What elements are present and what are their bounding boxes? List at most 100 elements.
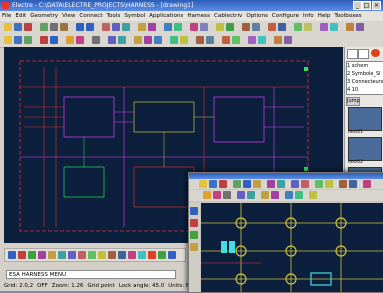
tool-icon[interactable] xyxy=(267,180,275,188)
tool-icon[interactable] xyxy=(158,251,166,259)
undo-icon[interactable] xyxy=(76,23,84,31)
layer-icon[interactable] xyxy=(242,23,250,31)
jump-button[interactable]: Jump xyxy=(346,97,360,106)
tool-icon[interactable] xyxy=(325,180,333,188)
tool-icon[interactable] xyxy=(213,191,221,199)
tool-icon[interactable] xyxy=(199,180,207,188)
stop-icon[interactable] xyxy=(40,36,48,44)
thumbnail-image[interactable] xyxy=(348,137,382,161)
menu-view[interactable]: View xyxy=(60,11,77,21)
window-icon[interactable] xyxy=(356,23,364,31)
tool-icon[interactable] xyxy=(301,180,309,188)
paste-icon[interactable] xyxy=(60,23,68,31)
wire-icon[interactable] xyxy=(148,23,156,31)
tool-icon[interactable] xyxy=(223,191,231,199)
tool-icon[interactable] xyxy=(363,180,371,188)
tool-icon[interactable] xyxy=(339,180,347,188)
numbering-icon[interactable] xyxy=(284,36,292,44)
menu-options[interactable]: Options xyxy=(244,11,270,21)
tool-icon[interactable] xyxy=(209,180,217,188)
check-icon[interactable] xyxy=(232,36,240,44)
redo-icon[interactable] xyxy=(86,23,94,31)
tool-icon[interactable] xyxy=(48,251,56,259)
pan-icon[interactable] xyxy=(320,23,328,31)
thumbnail-image[interactable] xyxy=(348,107,382,131)
panel-close-icon[interactable] xyxy=(371,49,380,57)
tool-icon[interactable] xyxy=(315,180,323,188)
tool-icon[interactable] xyxy=(190,219,198,227)
tool-icon[interactable] xyxy=(271,191,279,199)
symbol-icon[interactable] xyxy=(164,23,172,31)
line-icon[interactable] xyxy=(102,23,110,31)
tool-icon[interactable] xyxy=(148,251,156,259)
tool-icon[interactable] xyxy=(203,191,211,199)
tool-icon[interactable] xyxy=(28,251,36,259)
fit-icon[interactable] xyxy=(330,23,338,31)
command-line[interactable]: ESA HARNESS MENU xyxy=(6,270,176,279)
tool-icon[interactable] xyxy=(309,191,317,199)
menu-harness[interactable]: Harness xyxy=(185,11,212,21)
grid-icon[interactable] xyxy=(252,23,260,31)
tool-icon[interactable] xyxy=(219,180,227,188)
tool-icon[interactable] xyxy=(295,191,303,199)
import-icon[interactable] xyxy=(206,36,214,44)
layers-icon[interactable] xyxy=(50,36,58,44)
star-icon[interactable] xyxy=(66,36,74,44)
menu-help[interactable]: Help xyxy=(316,11,333,21)
close-button[interactable]: × xyxy=(372,1,381,10)
snap-icon[interactable] xyxy=(226,23,234,31)
refresh-icon[interactable] xyxy=(24,36,32,44)
sheet-list-item[interactable]: 3 Connecteurs xyxy=(347,78,383,86)
menu-applications[interactable]: Applications xyxy=(147,11,185,21)
menu-toolboxes[interactable]: Toolboxes xyxy=(332,11,363,21)
tool-icon[interactable] xyxy=(285,191,293,199)
tool-icon[interactable] xyxy=(38,251,46,259)
tool-icon[interactable] xyxy=(261,191,269,199)
tool-icon[interactable] xyxy=(58,251,66,259)
route-icon[interactable] xyxy=(200,23,208,31)
tool-icon[interactable] xyxy=(253,180,261,188)
zoom-in-icon[interactable] xyxy=(294,23,302,31)
text-icon[interactable] xyxy=(138,23,146,31)
menu-connect[interactable]: Connect xyxy=(77,11,104,21)
tool-icon[interactable] xyxy=(18,251,26,259)
tool-icon[interactable] xyxy=(247,191,255,199)
table-icon[interactable] xyxy=(346,23,354,31)
tool-icon[interactable] xyxy=(168,251,176,259)
menu-symbol[interactable]: Symbol xyxy=(122,11,147,21)
cut-icon[interactable] xyxy=(40,23,48,31)
folder-icon[interactable] xyxy=(14,36,22,44)
tool-icon[interactable] xyxy=(349,180,357,188)
connect-icon[interactable] xyxy=(174,23,182,31)
save-icon[interactable] xyxy=(14,23,22,31)
palette-icon[interactable] xyxy=(76,36,84,44)
tool-icon[interactable] xyxy=(88,251,96,259)
question-icon[interactable] xyxy=(92,36,100,44)
tool-icon[interactable] xyxy=(68,251,76,259)
menu-cablectriv[interactable]: Cablectriv xyxy=(212,11,244,21)
zoomed-canvas[interactable] xyxy=(201,203,383,292)
link-icon[interactable] xyxy=(248,36,256,44)
tool-icon[interactable] xyxy=(190,231,198,239)
maximize-button[interactable]: □ xyxy=(362,1,371,10)
menu-tools[interactable]: Tools xyxy=(105,11,123,21)
tool-icon[interactable] xyxy=(277,180,285,188)
menu-file[interactable]: File xyxy=(0,11,13,21)
report-icon[interactable] xyxy=(222,36,230,44)
measure-icon[interactable] xyxy=(216,23,224,31)
tool-icon[interactable] xyxy=(108,251,116,259)
circle-icon[interactable] xyxy=(122,23,130,31)
group-icon[interactable] xyxy=(170,36,178,44)
rotate-icon[interactable] xyxy=(154,36,162,44)
tool-icon[interactable] xyxy=(190,243,198,251)
sheet-list-item[interactable]: 2 Symbole_Sl xyxy=(347,70,383,78)
tool-icon[interactable] xyxy=(118,251,126,259)
bom-icon[interactable] xyxy=(274,36,282,44)
tool-icon[interactable] xyxy=(233,180,241,188)
tool-icon[interactable] xyxy=(291,180,299,188)
menu-geometry[interactable]: Geometry xyxy=(28,11,60,21)
print-icon[interactable] xyxy=(24,23,32,31)
harness-icon[interactable] xyxy=(190,23,198,31)
tool-icon[interactable] xyxy=(8,251,16,259)
export-icon[interactable] xyxy=(196,36,204,44)
